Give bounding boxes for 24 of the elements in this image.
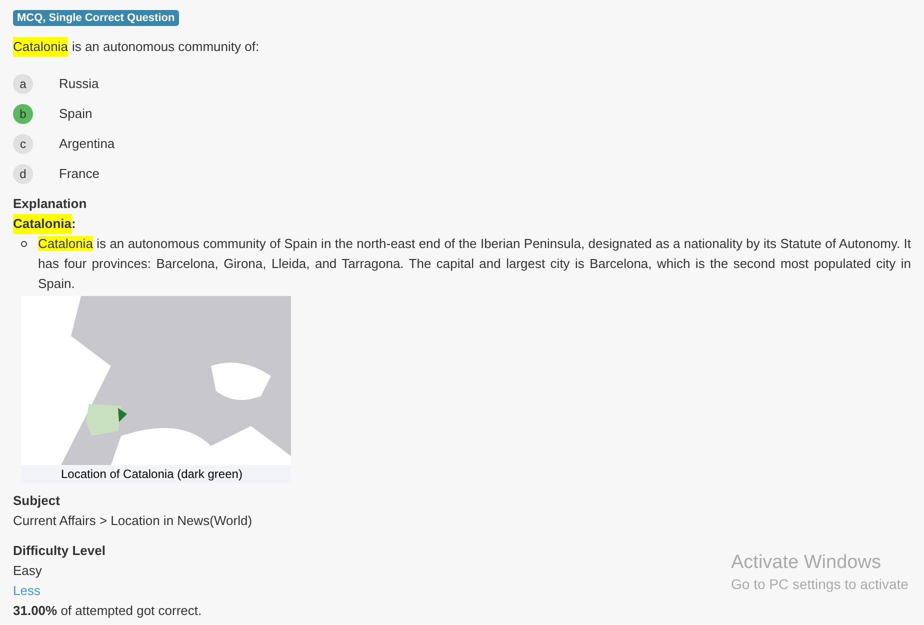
success-rate-text: 31.00% of attempted got correct. [13,602,202,620]
subject-path: Current Affairs > Location in News(World) [13,512,252,530]
option-letter[interactable]: c [13,134,33,154]
colon-text: : [72,215,76,233]
watermark-title: Activate Windows [731,551,882,575]
highlighted-term: Catalonia [13,37,68,57]
watermark-text: Go to PC settings to activate [731,575,908,593]
option-label: France [59,165,100,183]
question-type-badge: MCQ, Single Correct Question [13,10,179,26]
highlighted-term: Catalonia [13,214,72,234]
question-text: is an autonomous community of: [72,38,260,56]
section-heading: Difficulty Level [13,542,106,560]
bullet-icon [21,241,27,247]
option-letter[interactable]: d [13,164,33,184]
option-label: Argentina [59,135,115,153]
section-heading: Explanation [13,195,87,213]
option-letter[interactable]: b [13,104,33,124]
difficulty-value: Easy [13,562,42,580]
option-label: Russia [59,75,99,93]
option-label: Spain [59,105,92,123]
explanation-paragraph: Catalonia is an autonomous community of Spain in the north-east end of the Iberian Peninsula, designated as a nationality by its Statute of Autonomy. It has four provinces: Barcelona, Girona, Lleida, and Tarragona. The capital and largest city is Barcelona, which is the second most populated city in Spain. [38,235,911,293]
section-heading: Subject [13,492,60,510]
figure-caption: Location of Catalonia (dark green) [21,465,291,483]
option-letter[interactable]: a [13,74,33,94]
